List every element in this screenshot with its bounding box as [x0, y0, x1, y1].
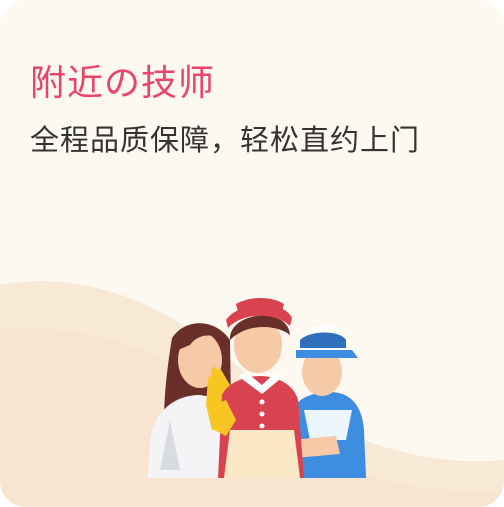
- card-subtitle: 全程品质保障，轻松直约上门: [30, 123, 421, 157]
- housekeeper-worker-figure: [214, 298, 304, 478]
- nearby-technicians-card[interactable]: 附近の技师 全程品质保障，轻松直约上门: [0, 0, 504, 507]
- card-title: 附近の技师: [30, 63, 216, 104]
